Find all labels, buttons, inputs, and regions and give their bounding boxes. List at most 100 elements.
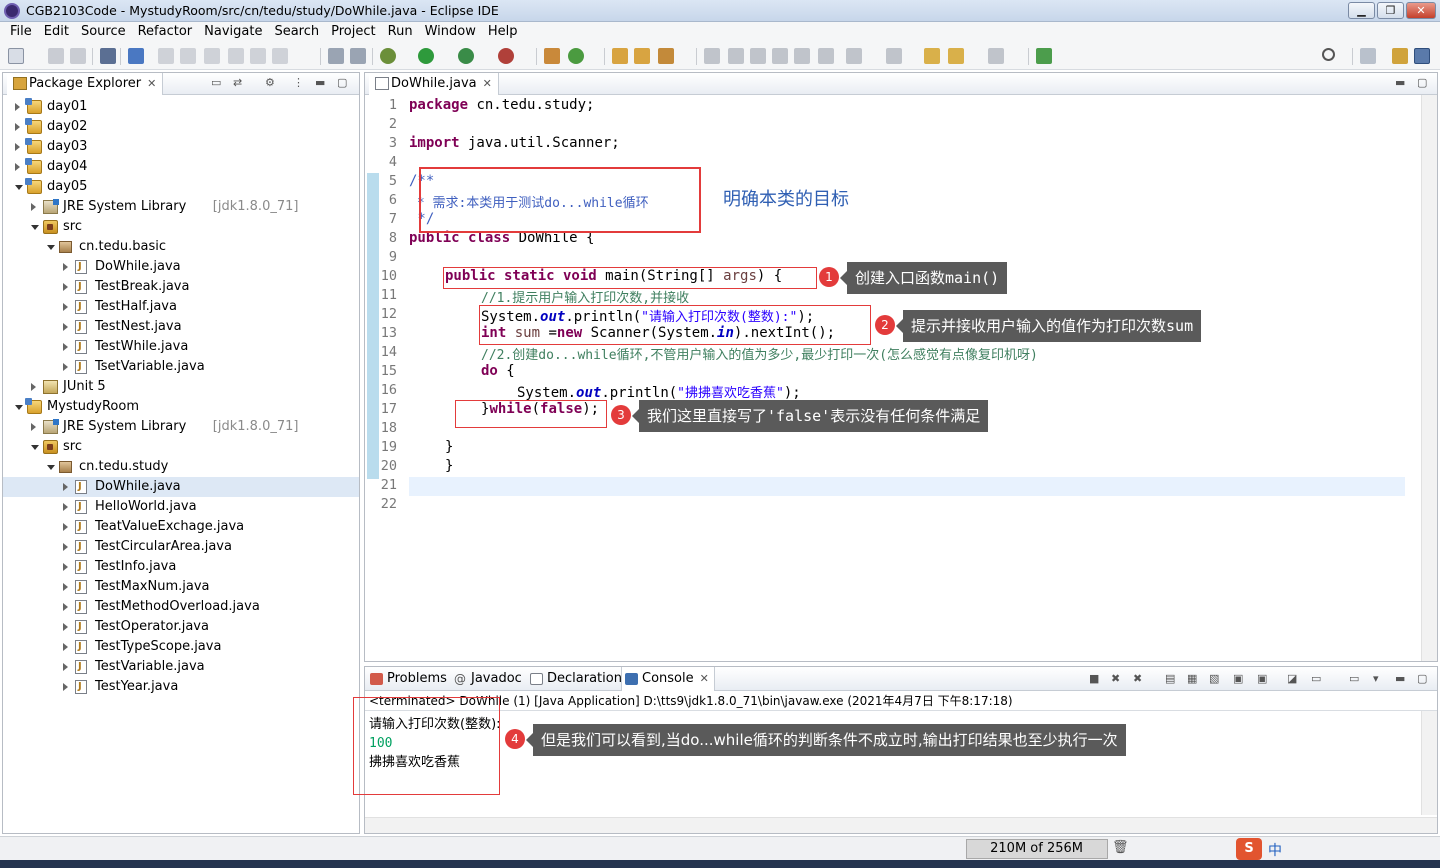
tab-javadoc[interactable]: @ Javadoc [451, 667, 523, 691]
tree-item[interactable]: TestHalf.java [3, 297, 359, 317]
collapsed-twistie-icon[interactable] [63, 643, 68, 651]
collapsed-twistie-icon[interactable] [31, 383, 36, 391]
open-folder-icon[interactable] [612, 48, 628, 64]
menu-run[interactable]: Run [382, 22, 419, 42]
view-menu-icon[interactable]: ▾ [1373, 672, 1379, 685]
collapsed-twistie-icon[interactable] [15, 163, 20, 171]
minimize-view-icon[interactable]: ▬ [1395, 76, 1405, 89]
minimize-button[interactable]: ▁ [1348, 2, 1375, 19]
minimize-view-icon[interactable]: ▬ [1395, 672, 1405, 685]
block-select-icon[interactable] [772, 48, 788, 64]
collapsed-twistie-icon[interactable] [63, 483, 68, 491]
pilcrow-icon[interactable] [818, 48, 834, 64]
collapsed-twistie-icon[interactable] [63, 263, 68, 271]
collapse-all-icon[interactable]: ▭ [211, 76, 221, 89]
tree-item[interactable]: TestBreak.java [3, 277, 359, 297]
suspend-icon[interactable] [180, 48, 196, 64]
collapsed-twistie-icon[interactable] [63, 603, 68, 611]
pin-editor-icon[interactable] [1036, 48, 1052, 64]
console-horizontal-scrollbar[interactable] [365, 817, 1437, 833]
menu-help[interactable]: Help [482, 22, 524, 42]
collapsed-twistie-icon[interactable] [63, 623, 68, 631]
remove-launch-icon[interactable]: ✖ [1111, 672, 1120, 685]
collapsed-twistie-icon[interactable] [31, 203, 36, 211]
new-class-icon[interactable] [568, 48, 584, 64]
close-icon[interactable]: ✕ [483, 77, 492, 90]
expanded-twistie-icon[interactable] [15, 405, 23, 410]
tab-problems[interactable]: Problems [367, 667, 447, 691]
maximize-view-icon[interactable]: ▢ [1417, 672, 1427, 685]
java-ee-perspective-icon[interactable] [1392, 48, 1408, 64]
tree-item[interactable]: JRE System Library [jdk1.8.0_71] [3, 197, 359, 217]
menu-window[interactable]: Window [419, 22, 482, 42]
garbage-collect-icon[interactable]: 🗑 [1112, 840, 1129, 855]
open-console-icon[interactable]: ▭ [1349, 672, 1359, 685]
new-icon[interactable] [8, 48, 24, 64]
tree-item[interactable]: TestWhile.java [3, 337, 359, 357]
collapsed-twistie-icon[interactable] [15, 143, 20, 151]
pin-console-icon[interactable]: ◪ [1287, 672, 1297, 685]
tree-item[interactable]: TestInfo.java [3, 557, 359, 577]
resume-icon[interactable] [158, 48, 174, 64]
forward-icon[interactable] [988, 48, 1004, 64]
pen-icon[interactable] [728, 48, 744, 64]
link-editor-icon[interactable]: ⇄ [233, 76, 242, 89]
new-java-project-icon[interactable] [544, 48, 560, 64]
close-icon[interactable]: ✕ [700, 672, 709, 685]
minimize-view-icon[interactable]: ▬ [315, 76, 325, 89]
tree-item[interactable]: MystudyRoom [3, 397, 359, 417]
save-icon[interactable] [48, 48, 64, 64]
tree-item[interactable]: day02 [3, 117, 359, 137]
debug-icon[interactable] [380, 48, 396, 64]
show-on-stdout-icon[interactable]: ▣ [1233, 672, 1243, 685]
whitespace-icon[interactable] [794, 48, 810, 64]
tree-item[interactable]: HelloWorld.java [3, 497, 359, 517]
tree-item[interactable]: TestYear.java [3, 677, 359, 697]
collapsed-twistie-icon[interactable] [63, 283, 68, 291]
step-return-icon[interactable] [272, 48, 288, 64]
menu-file[interactable]: File [4, 22, 38, 42]
menu-search[interactable]: Search [268, 22, 325, 42]
step-over-icon[interactable] [250, 48, 266, 64]
tab-declaration[interactable]: Declaration [527, 667, 622, 691]
console-icon[interactable] [350, 48, 366, 64]
back-icon[interactable] [948, 48, 964, 64]
tree-item[interactable]: cn.tedu.study [3, 457, 359, 477]
maximize-view-icon[interactable]: ▢ [337, 76, 347, 89]
open-task-icon[interactable] [634, 48, 650, 64]
terminate-console-icon[interactable]: ■ [1089, 672, 1099, 685]
tree-item[interactable]: JUnit 5 [3, 377, 359, 397]
next-annotation-icon[interactable] [846, 48, 862, 64]
menu-project[interactable]: Project [325, 22, 381, 42]
collapsed-twistie-icon[interactable] [63, 303, 68, 311]
tree-item[interactable]: TestCircularArea.java [3, 537, 359, 557]
collapsed-twistie-icon[interactable] [63, 363, 68, 371]
collapsed-twistie-icon[interactable] [31, 423, 36, 431]
close-button[interactable]: ✕ [1406, 2, 1436, 19]
tree-item[interactable]: DoWhile.java [3, 257, 359, 277]
tree-item[interactable]: DoWhile.java [3, 477, 359, 497]
collapsed-twistie-icon[interactable] [63, 543, 68, 551]
heap-status[interactable]: 210M of 256M [966, 839, 1108, 859]
expanded-twistie-icon[interactable] [47, 465, 55, 470]
java-perspective-icon[interactable] [1414, 48, 1430, 64]
word-wrap-icon[interactable]: ▧ [1209, 672, 1219, 685]
collapsed-twistie-icon[interactable] [63, 663, 68, 671]
coverage-icon[interactable] [458, 48, 474, 64]
sogou-ime-icon[interactable]: S [1236, 838, 1262, 860]
show-on-stderr-icon[interactable]: ▣ [1257, 672, 1267, 685]
tree-item[interactable]: day01 [3, 97, 359, 117]
expanded-twistie-icon[interactable] [15, 185, 23, 190]
expanded-twistie-icon[interactable] [31, 445, 39, 450]
maximize-view-icon[interactable]: ▢ [1417, 76, 1427, 89]
collapsed-twistie-icon[interactable] [15, 103, 20, 111]
view-menu-icon[interactable]: ⋮ [293, 76, 304, 89]
tree-item[interactable]: TestMaxNum.java [3, 577, 359, 597]
collapsed-twistie-icon[interactable] [63, 323, 68, 331]
save-all-icon[interactable] [70, 48, 86, 64]
tree-item[interactable]: TsetVariable.java [3, 357, 359, 377]
tree-item[interactable]: day05 [3, 177, 359, 197]
tree-item[interactable]: TestTypeScope.java [3, 637, 359, 657]
prev-annotation-icon[interactable] [886, 48, 902, 64]
tab-dowhile-java[interactable]: DoWhile.java ✕ [369, 73, 499, 95]
